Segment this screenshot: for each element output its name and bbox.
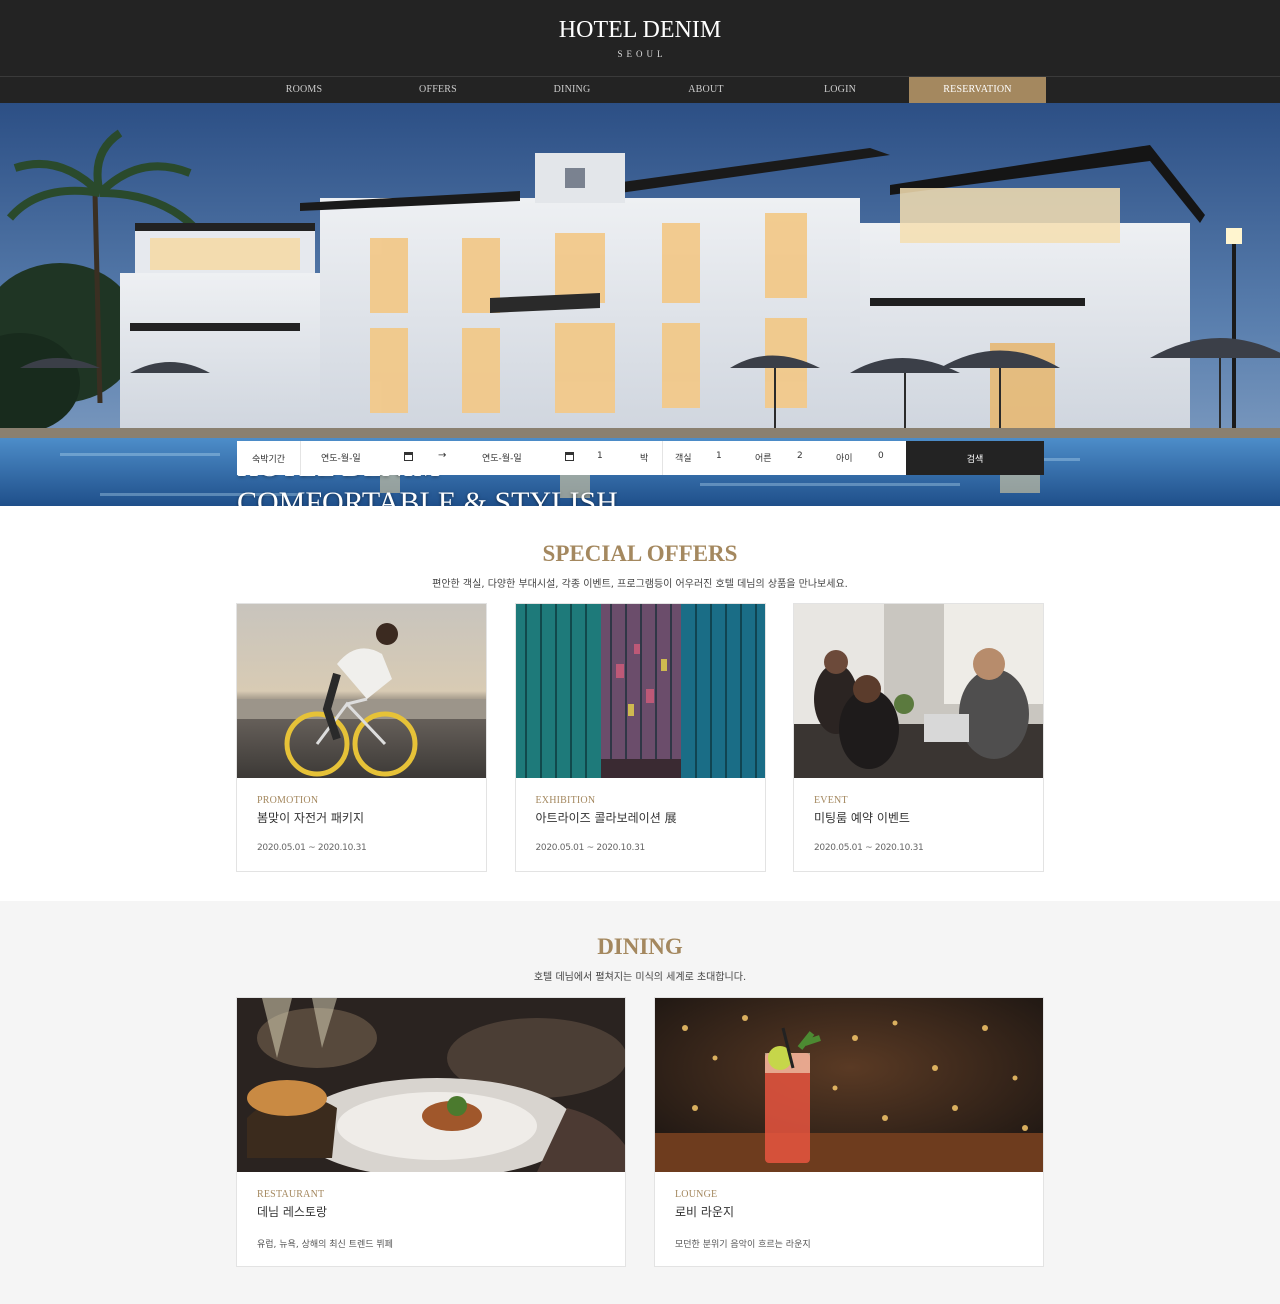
booking-form: 숙박기간 연도-월-일 → 연도-월-일 1 박 객실 1 어른 2 아이 0 … [237,441,1044,475]
dining-venue-description: 유럽, 뉴욕, 상해의 최신 트렌드 뷔페 [257,1240,393,1250]
adults-input[interactable]: 2 [797,451,803,461]
nav-reservation-button[interactable]: RESERVATION [909,77,1046,103]
date-range-fields: 연도-월-일 → 연도-월-일 1 박 [301,441,663,475]
offer-title: 아트라이즈 콜라보레이션 展 [535,811,677,825]
offers-title: SPECIAL OFFERS [542,541,738,566]
nav-offers[interactable]: OFFERS [371,77,505,103]
checkin-calendar-icon[interactable] [404,452,413,461]
children-input[interactable]: 0 [878,451,884,461]
offer-category: EVENT [814,795,848,806]
offer-card[interactable]: PROMOTION 봄맞이 자전거 패키지 2020.05.01 ~ 2020.… [236,603,487,872]
checkout-date-input[interactable]: 연도-월-일 [482,451,522,464]
offer-card[interactable]: EVENT 미팅룸 예약 이벤트 2020.05.01 ~ 2020.10.31 [793,603,1044,872]
cyclist-photo [237,604,486,778]
dining-venue-title: 로비 라운지 [675,1205,735,1219]
site-header: HOTEL DENIM SEOUL [0,0,1280,76]
search-button[interactable]: 검색 [906,441,1044,475]
offer-title: 봄맞이 자전거 패키지 [257,811,364,825]
dining-card[interactable]: LOUNGE 로비 라운지 모던한 분위기 음악이 흐르는 라운지 [654,997,1044,1267]
offer-title: 미팅룸 예약 이벤트 [814,811,910,825]
logo-subtitle: SEOUL [617,48,667,59]
dining-venue-description: 모던한 분위기 음악이 흐르는 라운지 [675,1240,811,1250]
arrow-right-icon: → [438,450,447,461]
guest-fields: 객실 1 어른 2 아이 0 [663,441,906,475]
offer-card-list: PROMOTION 봄맞이 자전거 패키지 2020.05.01 ~ 2020.… [236,603,1044,872]
restaurant-dish-photo [237,998,625,1172]
offer-period: 2020.05.01 ~ 2020.10.31 [257,843,367,853]
offer-category: EXHIBITION [535,795,596,806]
dining-category: RESTAURANT [257,1189,325,1200]
checkin-date-input[interactable]: 연도-월-일 [321,451,361,464]
main-nav: ROOMS OFFERS DINING ABOUT LOGIN RESERVAT… [0,76,1280,103]
dining-card[interactable]: RESTAURANT 데님 레스토랑 유럽, 뉴욕, 상해의 최신 트렌드 뷔페 [236,997,626,1267]
meeting-photo [794,604,1043,778]
nav-dining[interactable]: DINING [505,77,639,103]
logo-title[interactable]: HOTEL DENIM [559,18,721,42]
art-installation-photo [515,604,765,778]
offers-description: 편안한 객실, 다양한 부대시설, 각종 이벤트, 프로그램등이 어우러진 호텔… [432,579,848,590]
nav-login[interactable]: LOGIN [773,77,907,103]
dining-venue-title: 데님 레스토랑 [257,1205,328,1219]
hero-line-2: COMFORTABLE & STYLISH [237,486,618,506]
dining-description: 호텔 데님에서 펼쳐지는 미식의 세계로 초대합니다. [533,972,747,983]
dining-card-list: RESTAURANT 데님 레스토랑 유럽, 뉴욕, 상해의 최신 트렌드 뷔페 [236,997,1044,1267]
special-offers-section: SPECIAL OFFERS 편안한 객실, 다양한 부대시설, 각종 이벤트,… [0,506,1280,901]
stay-period-label: 숙박기간 [237,441,301,475]
nav-about[interactable]: ABOUT [639,77,773,103]
dining-title: DINING [597,934,683,959]
nights-input[interactable]: 1 [597,451,603,461]
offer-period: 2020.05.01 ~ 2020.10.31 [535,843,646,853]
children-label: 아이 [836,454,853,464]
cocktail-photo [655,998,1043,1172]
adults-label: 어른 [755,454,772,464]
checkout-calendar-icon[interactable] [565,452,574,461]
hero-banner: HOTEL DENIM COMFORTABLE & STYLISH 숙박기간 연… [0,103,1280,506]
offer-category: PROMOTION [257,795,319,806]
dining-section: DINING 호텔 데님에서 펼쳐지는 미식의 세계로 초대합니다. RESTA… [0,901,1280,1304]
offer-card[interactable]: EXHIBITION 아트라이즈 콜라보레이션 展 2020.05.01 ~ 2… [514,603,766,872]
nav-rooms[interactable]: ROOMS [237,77,371,103]
rooms-input[interactable]: 1 [716,451,722,461]
rooms-label: 객실 [675,454,692,464]
nights-unit-label: 박 [640,454,649,464]
dining-category: LOUNGE [675,1189,718,1200]
offer-period: 2020.05.01 ~ 2020.10.31 [814,843,924,853]
